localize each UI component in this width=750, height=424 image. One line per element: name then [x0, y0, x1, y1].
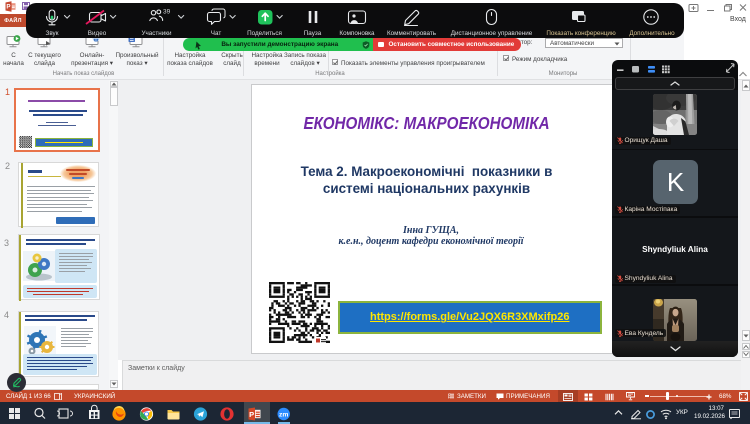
svg-text:39: 39	[163, 9, 171, 16]
svg-text:P: P	[6, 4, 10, 11]
svg-text:zm: zm	[279, 412, 288, 419]
svg-text:P: P	[249, 410, 254, 419]
